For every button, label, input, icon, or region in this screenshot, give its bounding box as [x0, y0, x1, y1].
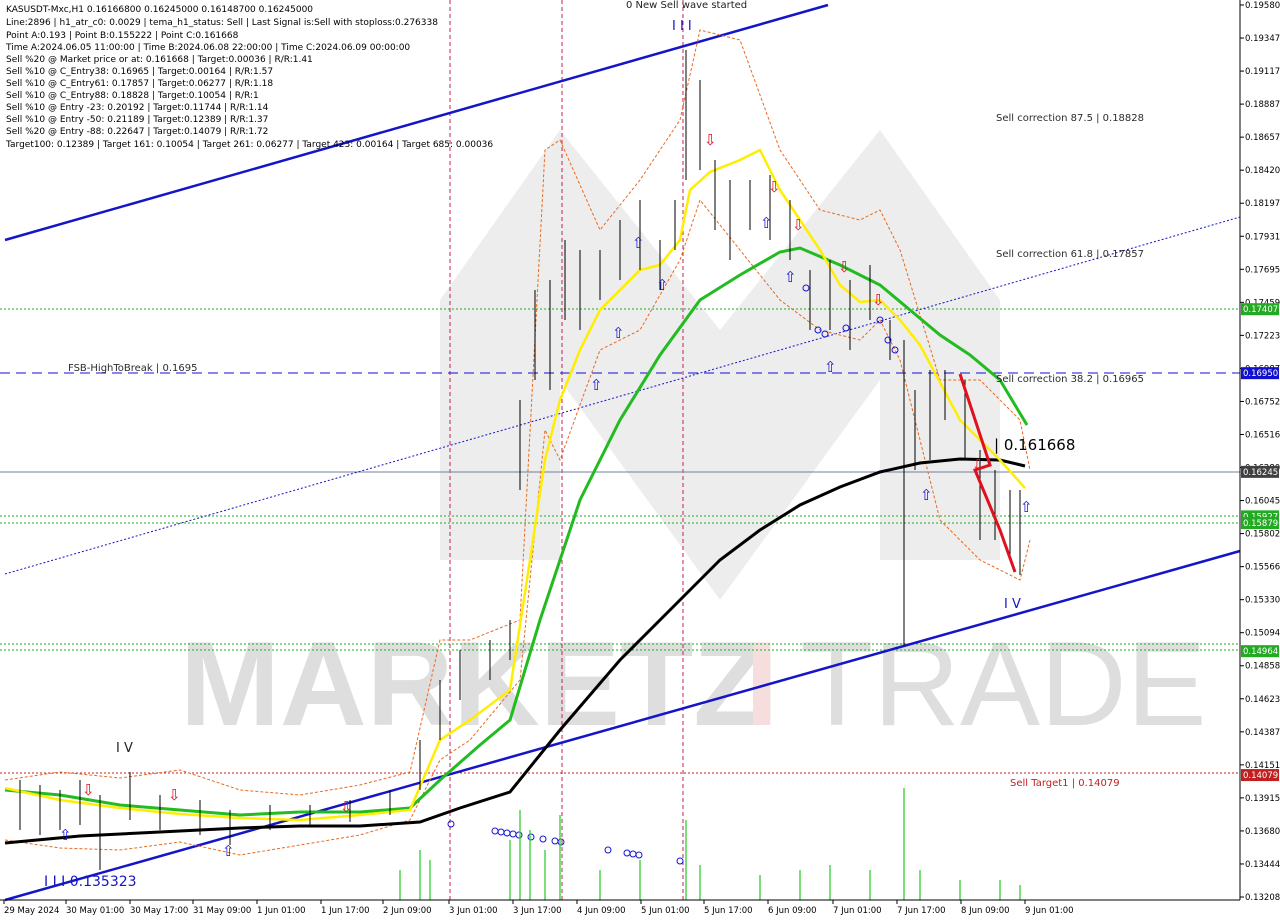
- arrow-up-icon: ⇧: [612, 324, 625, 342]
- y-tick-label: 0.13208: [1245, 893, 1280, 903]
- price-chart[interactable]: MARKETZ I TRADE ⇧ ⇧ ⇧ ⇧ ⇧ ⇧ ⇧ ⇧ ⇧ ⇧ ⇧ ⇩ …: [0, 0, 1280, 920]
- wave-label-right: I V: [1004, 597, 1021, 612]
- arrow-up-icon: ⇧: [824, 358, 837, 376]
- arrow-down-icon: ⇩: [768, 178, 781, 196]
- level-label-sc875: Sell correction 87.5 | 0.18828: [996, 113, 1144, 124]
- arrow-down-icon: ⇩: [972, 456, 985, 474]
- y-tick-label: 0.17695: [1245, 265, 1280, 275]
- y-tick-label: 0.16045: [1245, 497, 1280, 507]
- arrow-up-icon: ⇧: [632, 234, 645, 252]
- wave-start-label: 0 New Sell wave started: [626, 0, 747, 11]
- level-label-fsb: FSB-HighToBreak | 0.1695: [68, 363, 197, 374]
- watermark-text-3: TRADE: [800, 617, 1207, 751]
- y-tick-label: 0.14387: [1245, 728, 1280, 738]
- info-line: Sell %10 @ Entry -50: 0.21189 | Target:0…: [6, 115, 268, 125]
- arrow-down-icon: ⇩: [838, 258, 851, 276]
- info-line: Time A:2024.06.05 11:00:00 | Time B:2024…: [5, 43, 410, 53]
- y-tick-label: 0.13915: [1245, 794, 1280, 804]
- info-line: Sell %20 @ Market price or at: 0.161668 …: [6, 55, 313, 65]
- level-label-sc618: Sell correction 61.8 | 0.17857: [996, 249, 1144, 260]
- x-tick-label: 5 Jun 01:00: [641, 906, 690, 916]
- x-tick-label: 31 May 09:00: [193, 906, 251, 916]
- y-tick-label: 0.13680: [1245, 827, 1280, 837]
- y-tick-label: 0.15566: [1245, 563, 1280, 573]
- y-tick-label: 0.16516: [1245, 430, 1280, 440]
- y-tick-label: 0.18657: [1245, 133, 1280, 143]
- x-tick-label: 29 May 2024: [4, 906, 59, 916]
- x-axis-ticks: 29 May 2024 30 May 01:00 30 May 17:00 31 Ma…: [3, 900, 1074, 916]
- x-tick-label: 1 Jun 17:00: [321, 906, 370, 916]
- x-tick-label: 5 Jun 17:00: [704, 906, 753, 916]
- y-tick-label: 0.19117: [1245, 67, 1280, 77]
- x-tick-label: 30 May 17:00: [130, 906, 188, 916]
- price-tag-label: 0.16950: [1243, 369, 1278, 379]
- price-tag-label: 0.17407: [1243, 305, 1278, 315]
- arrow-up-icon: ⇧: [59, 826, 72, 844]
- arrow-up-icon: ⇧: [920, 486, 933, 504]
- arrow-up-icon: ⇧: [760, 214, 773, 232]
- level-label-sc382: Sell correction 38.2 | 0.16965: [996, 374, 1144, 385]
- price-tag-label: 0.16245: [1243, 468, 1278, 478]
- arrow-down-icon: ⇩: [704, 131, 717, 149]
- arrow-up-icon: ⇧: [590, 376, 603, 394]
- x-tick-label: 3 Jun 01:00: [449, 906, 498, 916]
- arrow-up-icon: ⇧: [222, 842, 235, 860]
- y-tick-label: 0.18197: [1245, 199, 1280, 209]
- info-line: Sell %20 @ Entry -88: 0.22647 | Target:0…: [6, 127, 268, 137]
- wave-label-left: I V: [116, 741, 133, 756]
- y-tick-label: 0.19347: [1245, 34, 1280, 44]
- low-label: I I I 0.135323: [44, 874, 137, 890]
- info-line: Sell %10 @ C_Entry61: 0.17857 | Target:0…: [6, 79, 273, 89]
- info-line: Point A:0.193 | Point B:0.155222 | Point…: [6, 31, 239, 41]
- y-tick-label: 0.18420: [1245, 166, 1280, 176]
- x-tick-label: 1 Jun 01:00: [257, 906, 306, 916]
- y-tick-label: 0.15330: [1245, 596, 1280, 606]
- arrow-down-icon: ⇩: [82, 781, 95, 799]
- price-tag-label: 0.15879: [1243, 519, 1278, 529]
- y-tick-label: 0.15802: [1245, 530, 1280, 540]
- x-tick-label: 2 Jun 09:00: [383, 906, 432, 916]
- y-tick-label: 0.18887: [1245, 100, 1280, 110]
- wave-label-top: I I I: [672, 19, 692, 34]
- x-tick-label: 9 Jun 01:00: [1025, 906, 1074, 916]
- arrow-up-icon: ⇧: [784, 268, 797, 286]
- arrow-down-icon: ⇩: [792, 216, 805, 234]
- price-tags: 0.174070.169500.162450.159270.158790.149…: [1241, 303, 1279, 782]
- x-tick-label: 3 Jun 17:00: [513, 906, 562, 916]
- x-tick-label: 8 Jun 09:00: [961, 906, 1010, 916]
- watermark-text-1: MARKETZ: [180, 617, 767, 751]
- y-tick-label: 0.16752: [1245, 397, 1280, 407]
- info-line: Sell %10 @ Entry -23: 0.20192 | Target:0…: [6, 103, 269, 113]
- x-tick-label: 7 Jun 01:00: [833, 906, 882, 916]
- info-line: Line:2896 | h1_atr_c0: 0.0029 | tema_h1_…: [6, 18, 438, 28]
- x-tick-label: 6 Jun 09:00: [768, 906, 817, 916]
- y-tick-label: 0.17223: [1245, 331, 1280, 341]
- info-line: Target100: 0.12389 | Target 161: 0.10054…: [5, 140, 493, 150]
- arrow-down-icon: ⇩: [340, 798, 353, 816]
- y-tick-label: 0.14623: [1245, 695, 1280, 705]
- arrow-up-icon: ⇧: [1020, 498, 1033, 516]
- arrow-down-icon: ⇩: [872, 291, 885, 309]
- y-tick-label: 0.17931: [1245, 232, 1280, 242]
- arrow-up-icon: ⇧: [656, 276, 669, 294]
- y-tick-label: 0.14858: [1245, 662, 1280, 672]
- y-tick-label: 0.19580: [1245, 1, 1280, 11]
- x-tick-label: 4 Jun 09:00: [577, 906, 626, 916]
- y-tick-label: 0.15094: [1245, 629, 1280, 639]
- point-c-label: | 0.161668: [994, 436, 1075, 454]
- price-tag-label: 0.14964: [1243, 647, 1278, 657]
- x-tick-label: 7 Jun 17:00: [897, 906, 946, 916]
- x-tick-label: 30 May 01:00: [66, 906, 124, 916]
- price-tag-label: 0.14079: [1243, 771, 1278, 781]
- info-line: Sell %10 @ C_Entry38: 0.16965 | Target:0…: [6, 67, 273, 77]
- y-axis-ticks: 0.19580 0.19347 0.19117 0.18887 0.18657 0.184…: [1240, 1, 1280, 903]
- y-tick-label: 0.13444: [1245, 860, 1280, 870]
- level-label-target1: Sell Target1 | 0.14079: [1010, 778, 1120, 789]
- info-line: KASUSDT-Mxc,H1 0.16166800 0.16245000 0.1…: [6, 5, 313, 15]
- info-line: Sell %10 @ C_Entry88: 0.18828 | Target:0…: [6, 91, 259, 101]
- arrow-down-icon: ⇩: [168, 786, 181, 804]
